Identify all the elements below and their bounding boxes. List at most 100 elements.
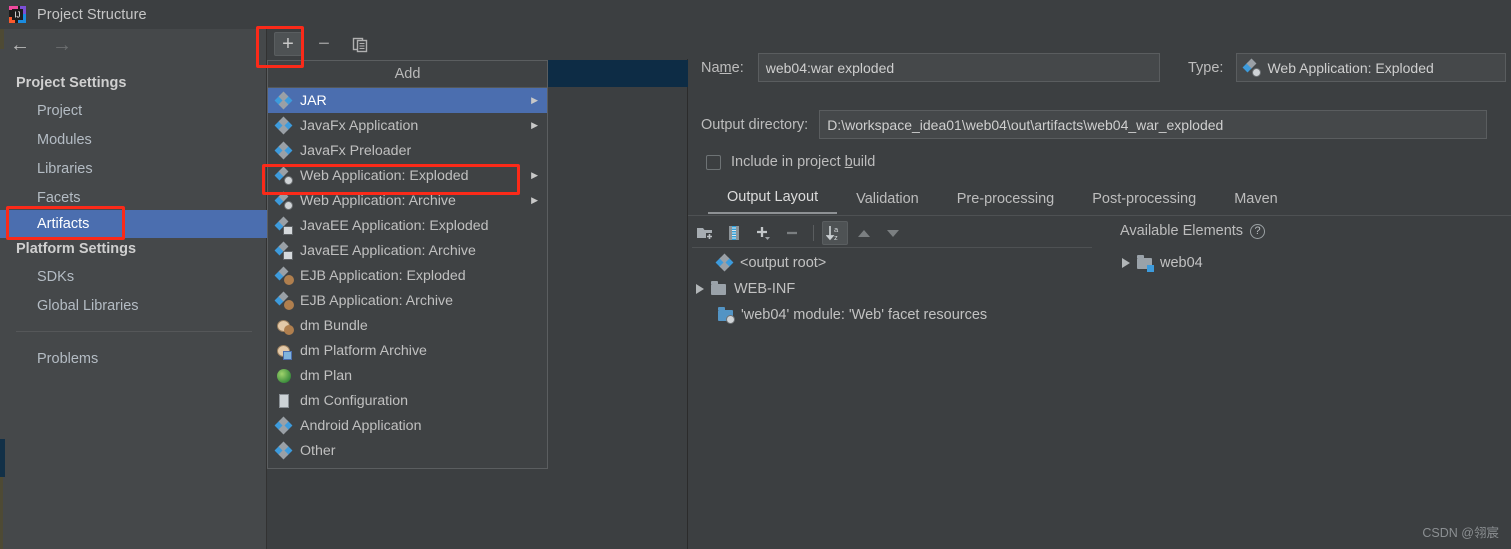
artifact-list-selected-row[interactable] [546,60,688,87]
project-structure-dialog: IJ Project Structure ← → Project Setting… [0,0,1511,549]
tree-row-web-inf[interactable]: WEB-INF [696,281,795,297]
menu-item-ejb-application-exploded[interactable]: EJB Application: Exploded [268,263,547,288]
menu-item-javaee-application-archive[interactable]: JavaEE Application: Archive [268,238,547,263]
type-row: Type: Web Application: Exploded [1188,53,1507,82]
sidebar-edge-strip-bottom [0,477,3,549]
expander-icon[interactable] [1122,258,1130,268]
sidebar-item-label: Artifacts [37,216,90,232]
sidebar-item-modules[interactable]: Modules [0,126,267,154]
add-copy-icon[interactable] [750,221,776,245]
artifact-icon [274,441,293,459]
tree-row-output-root[interactable]: <output root> [696,253,826,272]
tab-maven[interactable]: Maven [1215,191,1297,214]
menu-item-label: Web Application: Exploded [300,167,469,184]
add-artifact-button[interactable]: + [274,32,302,56]
include-in-project-build-checkbox[interactable] [706,154,721,170]
create-directory-icon[interactable] [692,221,718,245]
dm-platform-icon [276,343,292,360]
sidebar-item-global-libraries[interactable]: Global Libraries [0,292,267,320]
menu-item-javafx-application[interactable]: JavaFx Application ▶ [268,113,547,138]
menu-item-dm-bundle[interactable]: dm Bundle [268,313,547,338]
menu-item-javafx-preloader[interactable]: JavaFx Preloader [268,138,547,163]
tree-row-label: WEB-INF [734,281,796,297]
window-title: Project Structure [37,6,147,23]
javaee-artifact-icon [274,241,293,260]
artifact-type-field[interactable]: Web Application: Exploded [1236,53,1507,82]
tree-row-web-facet-resources[interactable]: 'web04' module: 'Web' facet resources [718,307,987,324]
sidebar-item-project[interactable]: Project [0,97,267,125]
dm-config-icon [276,393,292,409]
output-layout-divider [692,247,1092,248]
type-label: Type: [1188,59,1224,76]
artifact-details-panel: Name: web04:war exploded Type: Web Appli… [688,29,1511,549]
menu-item-javaee-application-exploded[interactable]: JavaEE Application: Exploded [268,213,547,238]
sidebar-item-label: Modules [37,132,92,148]
sidebar-item-libraries[interactable]: Libraries [0,155,267,183]
menu-item-label: Other [300,442,336,459]
remove-artifact-button[interactable]: − [310,32,338,56]
artifact-icon [274,91,293,109]
menu-item-label: JavaEE Application: Exploded [300,217,489,234]
minus-icon: − [318,33,330,55]
menu-item-label: EJB Application: Exploded [300,267,466,284]
menu-item-other[interactable]: Other [268,438,547,463]
help-icon[interactable]: ? [1250,223,1266,239]
ejb-artifact-icon [274,291,294,310]
menu-item-ejb-application-archive[interactable]: EJB Application: Archive [268,288,547,313]
menu-item-label: dm Configuration [300,392,409,409]
add-artifact-menu: Add JAR ▶ JavaFx Application ▶ JavaFx Pr… [267,60,548,469]
sort-az-icon[interactable]: a z [822,221,848,245]
move-up-icon[interactable] [851,221,877,245]
sidebar-item-facets[interactable]: Facets [0,184,267,212]
menu-item-dm-platform-archive[interactable]: dm Platform Archive [268,338,547,363]
menu-item-web-application-exploded[interactable]: Web Application: Exploded ▶ [268,163,547,188]
sidebar-item-sdks[interactable]: SDKs [0,263,267,291]
dm-plan-icon [276,368,292,384]
sidebar-item-artifacts[interactable]: Artifacts [0,210,267,238]
menu-item-label: Android Application [300,417,422,434]
artifact-icon [715,253,734,272]
output-directory-input[interactable]: D:\workspace_idea01\web04\out\artifacts\… [819,110,1488,139]
tabs-underline [688,215,1511,216]
intellij-idea-logo-icon: IJ [8,5,27,24]
ejb-artifact-icon [274,266,294,285]
menu-item-web-application-archive[interactable]: Web Application: Archive ▶ [268,188,547,213]
tab-post-processing[interactable]: Post-processing [1073,191,1215,214]
back-arrow-icon[interactable]: ← [10,35,30,55]
name-label: Name: [701,59,744,76]
sidebar-item-label: Libraries [37,161,93,177]
svg-text:z: z [834,233,838,242]
chevron-right-icon: ▶ [531,195,538,205]
tab-output-layout[interactable]: Output Layout [708,189,838,214]
include-in-project-build-row[interactable]: Include in project build [706,154,875,170]
sidebar-item-label: SDKs [37,269,75,285]
output-directory-label: Output directory: [701,116,809,133]
move-down-icon[interactable] [880,221,906,245]
tab-pre-processing[interactable]: Pre-processing [938,191,1074,214]
copy-artifact-button[interactable] [346,32,374,56]
tab-validation[interactable]: Validation [837,191,938,214]
menu-item-dm-configuration[interactable]: dm Configuration [268,388,547,413]
sidebar-item-label: Project [37,103,83,119]
menu-item-label: JavaEE Application: Archive [300,242,476,259]
expander-icon[interactable] [696,284,704,294]
include-in-project-build-label: Include in project build [731,154,876,170]
copy-icon [352,37,367,52]
remove-icon[interactable] [779,221,805,245]
tree-row-available-web04[interactable]: web04 [1122,255,1203,272]
menu-item-android-application[interactable]: Android Application [268,413,547,438]
menu-item-jar[interactable]: JAR ▶ [268,88,547,113]
menu-item-label: Web Application: Archive [300,192,456,209]
forward-arrow-icon[interactable]: → [52,35,72,55]
menu-item-label: JavaFx Application [300,117,419,134]
create-archive-icon[interactable] [721,221,747,245]
menu-item-dm-plan[interactable]: dm Plan [268,363,547,388]
output-directory-row: Output directory: D:\workspace_idea01\we… [701,110,1488,139]
sidebar-item-problems[interactable]: Problems [0,345,267,373]
menu-item-label: EJB Application: Archive [300,292,453,309]
web-artifact-icon [274,191,293,210]
web-artifact-icon [1243,58,1262,77]
artifact-name-input[interactable]: web04:war exploded [757,53,1160,82]
add-menu-title: Add [268,61,547,88]
watermark: CSDN @翎宸 [1422,526,1499,540]
